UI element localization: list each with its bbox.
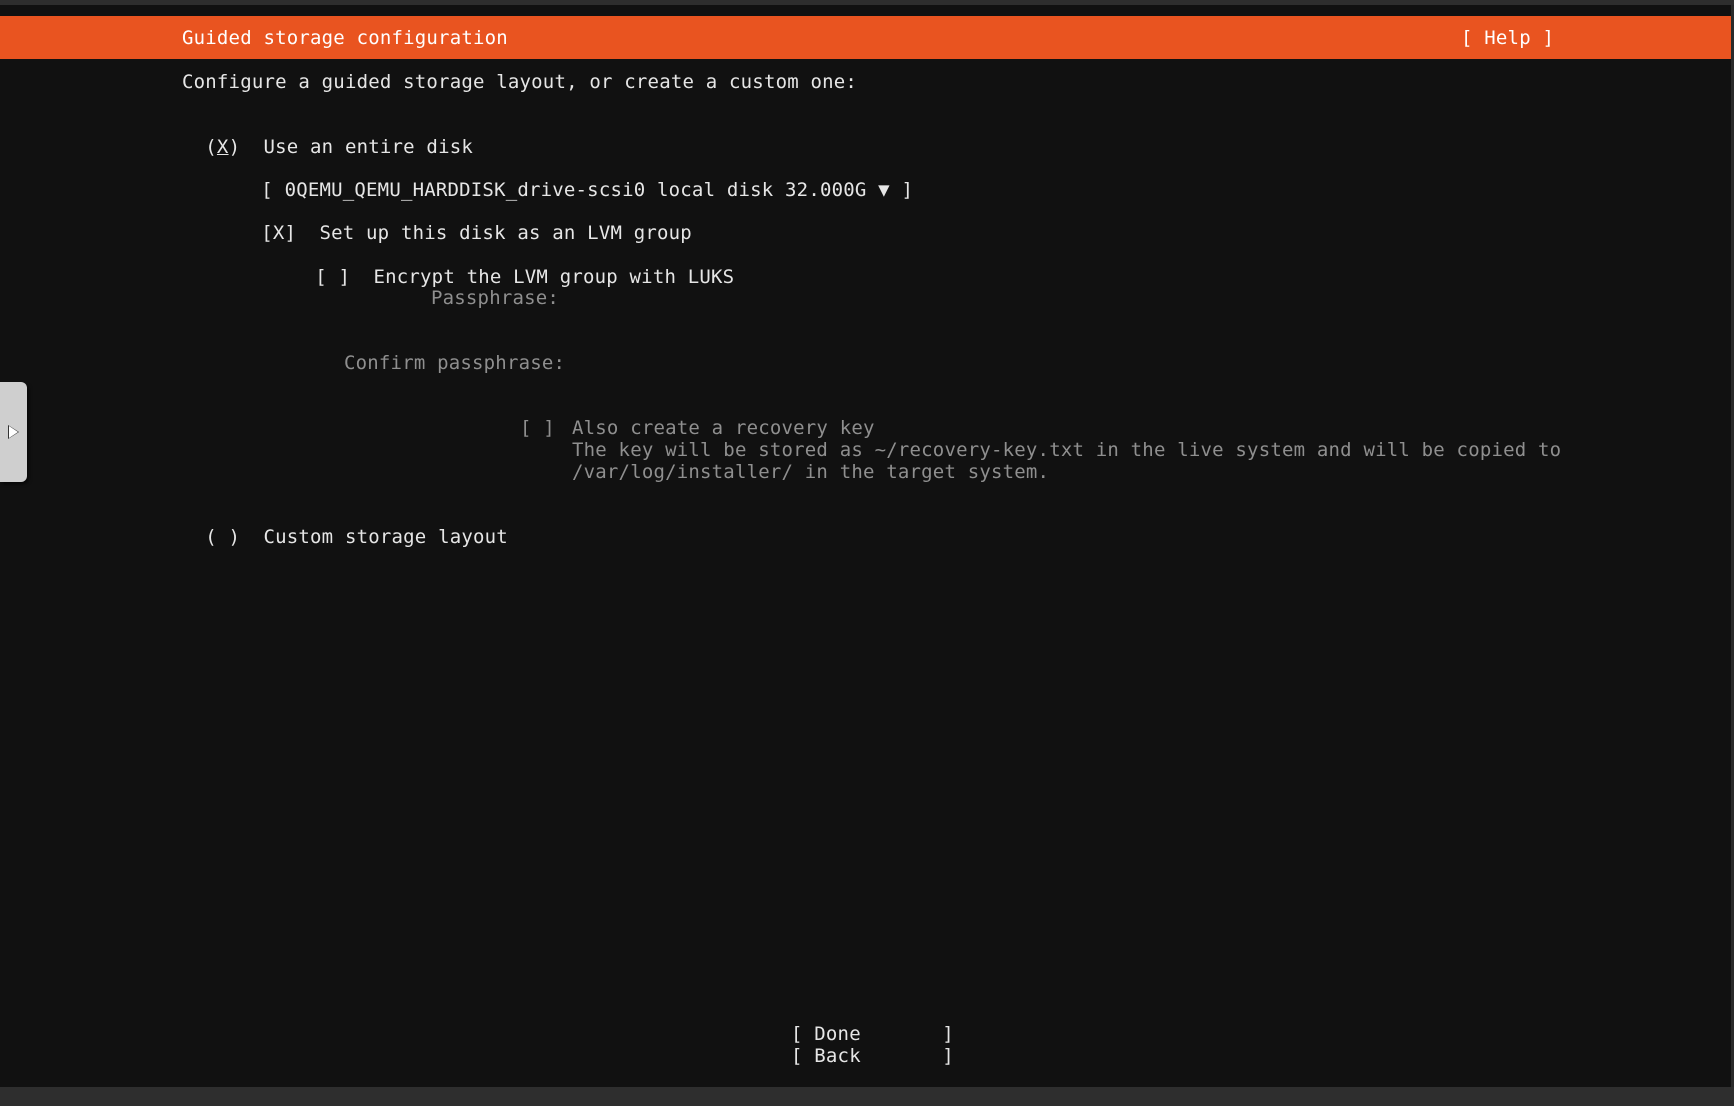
recovery-key-checkbox[interactable]: [ ]: [520, 417, 555, 439]
page-title: Guided storage configuration: [182, 27, 508, 49]
entire-disk-label: Use an entire disk: [263, 136, 473, 158]
back-button[interactable]: [ Back ]: [791, 1045, 954, 1067]
luks-checkbox[interactable]: [ ]: [315, 266, 350, 288]
custom-storage-layout-option[interactable]: ( ) Custom storage layout: [182, 504, 508, 548]
bottom-border: [0, 1087, 1734, 1106]
chevron-down-icon: ▼: [878, 179, 890, 201]
side-panel-toggle[interactable]: [0, 382, 27, 482]
lvm-label: Set up this disk as an LVM group: [319, 222, 692, 244]
dropdown-close-bracket: ]: [901, 179, 914, 201]
recovery-key-label: Also create a recovery key: [572, 417, 875, 439]
lvm-group-option[interactable]: [X] Set up this disk as an LVM group: [238, 200, 692, 244]
dropdown-open-bracket: [: [261, 179, 273, 201]
disk-select-dropdown[interactable]: [ 0QEMU_QEMU_HARDDISK_drive-scsi0 local …: [238, 157, 913, 201]
help-button[interactable]: [ Help ]: [1461, 27, 1554, 49]
top-border: [0, 0, 1734, 5]
luks-label: Encrypt the LVM group with LUKS: [373, 266, 735, 288]
custom-layout-radio[interactable]: ( ): [205, 526, 240, 548]
play-arrow-icon: [9, 426, 18, 438]
intro-text: Configure a guided storage layout, or cr…: [182, 71, 858, 93]
lvm-checkbox[interactable]: [X]: [261, 222, 296, 244]
encrypt-luks-option[interactable]: [ ] Encrypt the LVM group with LUKS: [292, 244, 734, 288]
entire-disk-radio[interactable]: (X): [205, 136, 240, 158]
header-bar: Guided storage configuration [ Help ]: [0, 16, 1731, 59]
custom-layout-label: Custom storage layout: [263, 526, 508, 548]
use-entire-disk-option[interactable]: (X) Use an entire disk: [182, 114, 473, 158]
radio-close-paren: ): [228, 136, 241, 158]
recovery-key-description-line1: The key will be stored as ~/recovery-key…: [572, 439, 1562, 461]
radio-open-paren: (: [205, 136, 217, 158]
confirm-passphrase-label: Confirm passphrase:: [344, 352, 566, 374]
passphrase-label: Passphrase:: [431, 287, 560, 309]
done-button[interactable]: [ Done ]: [791, 1023, 954, 1045]
radio-selected-mark: X: [216, 136, 229, 158]
disk-select-value: 0QEMU_QEMU_HARDDISK_drive-scsi0 local di…: [284, 179, 867, 201]
recovery-key-description-line2: /var/log/installer/ in the target system…: [572, 461, 1050, 483]
